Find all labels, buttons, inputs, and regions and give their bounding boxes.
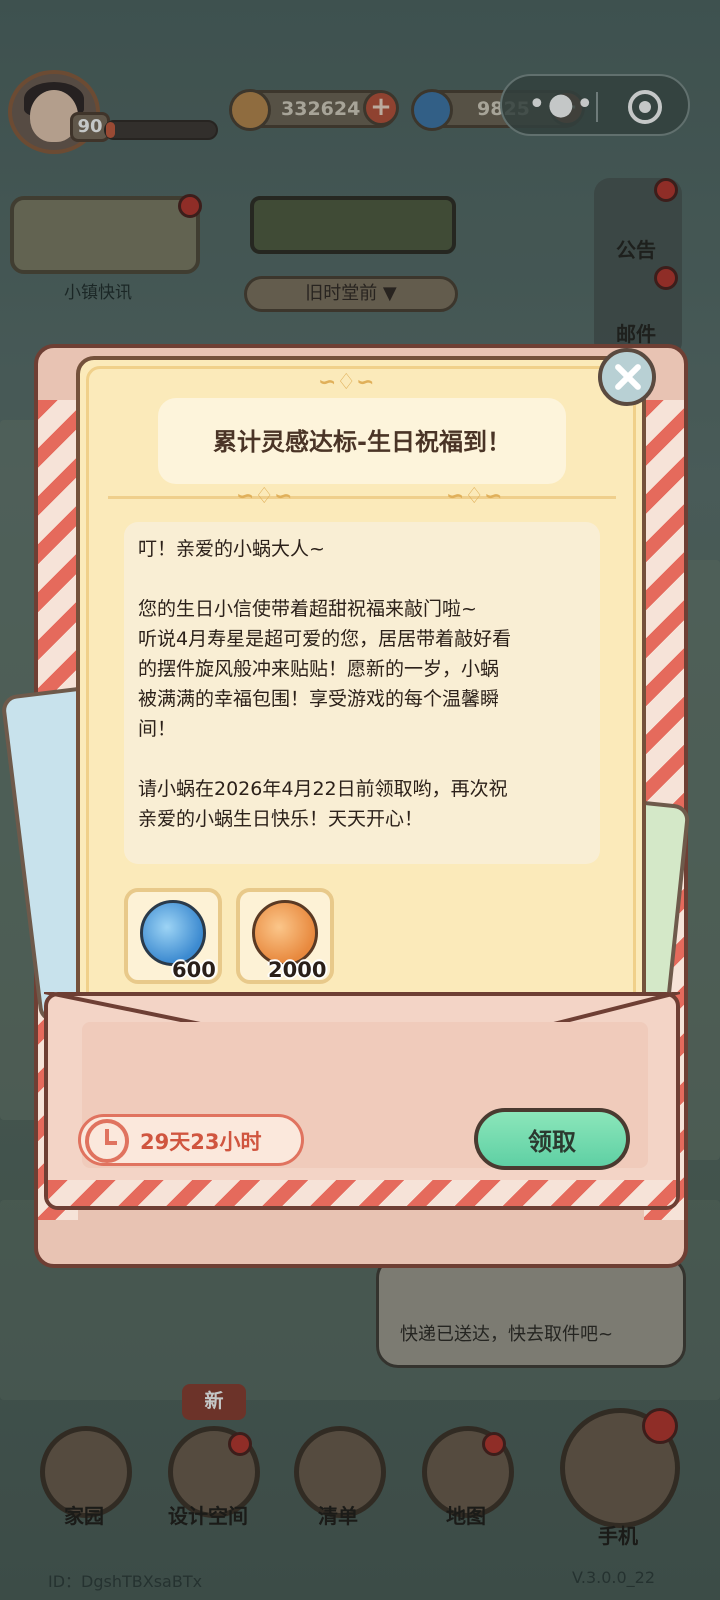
reward-quantity: 2000: [268, 958, 327, 982]
reward-quantity: 600: [172, 958, 216, 982]
clock-icon: [85, 1119, 129, 1163]
flourish-icon: ∽♢∽: [236, 484, 293, 509]
timer-text: 29天23小时: [140, 1130, 262, 1154]
envelope-stripe: [48, 1180, 676, 1206]
close-icon[interactable]: [598, 348, 656, 406]
divider: [108, 496, 616, 499]
flourish-icon: ∽♢∽: [318, 370, 375, 395]
letter-body: 叮！亲爱的小蜗大人~ 您的生日小信使带着超甜祝福来敲门啦~ 听说4月寿星是超可爱…: [138, 538, 512, 830]
flourish-icon: ∽♢∽: [446, 484, 503, 509]
claim-button-label[interactable]: 领取: [474, 1122, 630, 1157]
orange-leaf-coin-icon: [252, 900, 318, 966]
blue-swirl-icon: [140, 900, 206, 966]
letter-title: 累计灵感达标-生日祝福到！: [213, 428, 511, 456]
